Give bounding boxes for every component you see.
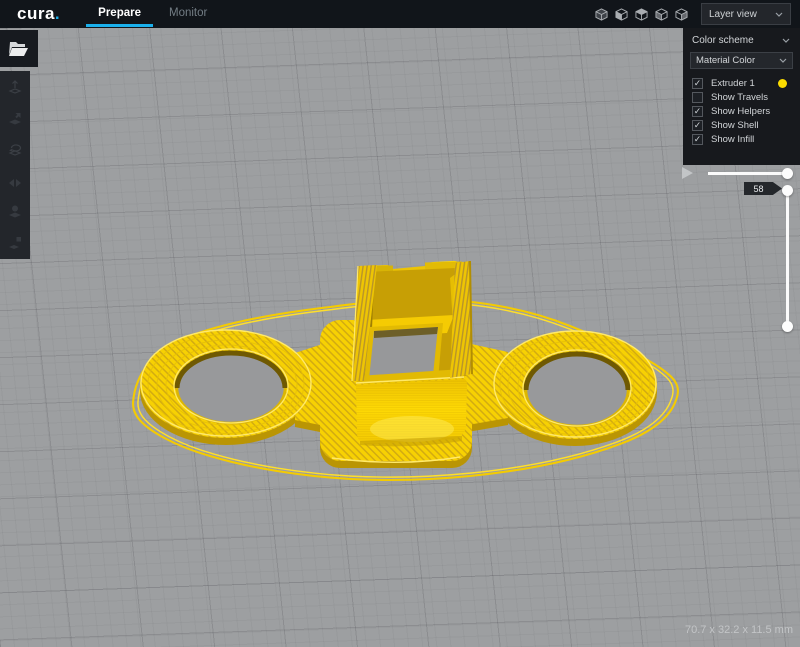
- checkbox-show-helpers[interactable]: ✓ Show Helpers: [692, 106, 800, 116]
- checkbox-icon: ✓: [692, 120, 703, 131]
- top-bar: cura. Prepare Monitor Layer view: [0, 0, 800, 28]
- support-blocker-icon[interactable]: [4, 232, 26, 253]
- move-tool-icon[interactable]: [4, 77, 26, 98]
- tool-sidebar: [0, 71, 30, 259]
- chevron-down-icon: [782, 38, 790, 43]
- rotate-tool-icon[interactable]: [4, 139, 26, 160]
- tab-monitor[interactable]: Monitor: [155, 0, 221, 28]
- open-file-folder-icon: [9, 41, 29, 57]
- checkbox-show-travels[interactable]: ✓ Show Travels: [692, 92, 800, 102]
- solid-view-icon[interactable]: [595, 8, 608, 21]
- checkbox-extruder-1[interactable]: ✓ Extruder 1: [692, 78, 800, 88]
- scale-tool-icon[interactable]: [4, 108, 26, 129]
- simulation-slider-track[interactable]: [708, 172, 788, 175]
- layer-slider-bottom-handle[interactable]: [782, 321, 793, 332]
- front-view-icon[interactable]: [615, 8, 628, 21]
- center-tower: [352, 261, 472, 446]
- color-scheme-header[interactable]: Color scheme: [683, 28, 800, 52]
- layer-view-panel: Color scheme Material Color ✓ Extruder 1…: [683, 28, 800, 165]
- mirror-tool-icon[interactable]: [4, 170, 26, 191]
- checkbox-show-shell[interactable]: ✓ Show Shell: [692, 120, 800, 130]
- checkbox-icon: ✓: [692, 92, 703, 103]
- model-dimensions-label: 70.7 x 32.2 x 11.5 mm: [685, 624, 793, 636]
- right-hole: [523, 350, 631, 426]
- tab-prepare[interactable]: Prepare: [84, 0, 155, 28]
- color-scheme-select[interactable]: Material Color: [690, 52, 793, 69]
- extruder-color-swatch: [778, 79, 787, 88]
- simulation-slider-handle[interactable]: [782, 168, 793, 179]
- simulation-play-button[interactable]: [682, 167, 693, 179]
- layer-slider-track[interactable]: [786, 190, 789, 327]
- layer-view-options: ✓ Extruder 1 ✓ Show Travels ✓ Show Helpe…: [683, 78, 800, 144]
- checkbox-show-infill[interactable]: ✓ Show Infill: [692, 134, 800, 144]
- right-view-icon[interactable]: [675, 8, 688, 21]
- app-logo: cura.: [17, 0, 60, 28]
- left-view-icon[interactable]: [655, 8, 668, 21]
- color-scheme-label: Color scheme: [692, 35, 754, 46]
- checkbox-icon: ✓: [692, 106, 703, 117]
- per-model-settings-icon[interactable]: [4, 201, 26, 222]
- chevron-down-icon: [779, 58, 787, 63]
- layer-slider-top-handle[interactable]: [782, 185, 793, 196]
- chevron-down-icon: [775, 12, 783, 17]
- checkbox-icon: ✓: [692, 78, 703, 89]
- open-file-button[interactable]: [0, 30, 38, 67]
- camera-view-buttons: [595, 8, 688, 21]
- left-hole: [174, 349, 288, 423]
- checkbox-icon: ✓: [692, 134, 703, 145]
- viewport-3d[interactable]: 70.7 x 32.2 x 11.5 mm: [0, 28, 800, 647]
- model-3d-preview[interactable]: [0, 28, 800, 647]
- stage-tabs: Prepare Monitor: [84, 0, 221, 28]
- top-view-icon[interactable]: [635, 8, 648, 21]
- cura-window: 70.7 x 32.2 x 11.5 mm cura. Prepare Moni…: [0, 0, 800, 647]
- view-mode-dropdown[interactable]: Layer view: [701, 3, 791, 25]
